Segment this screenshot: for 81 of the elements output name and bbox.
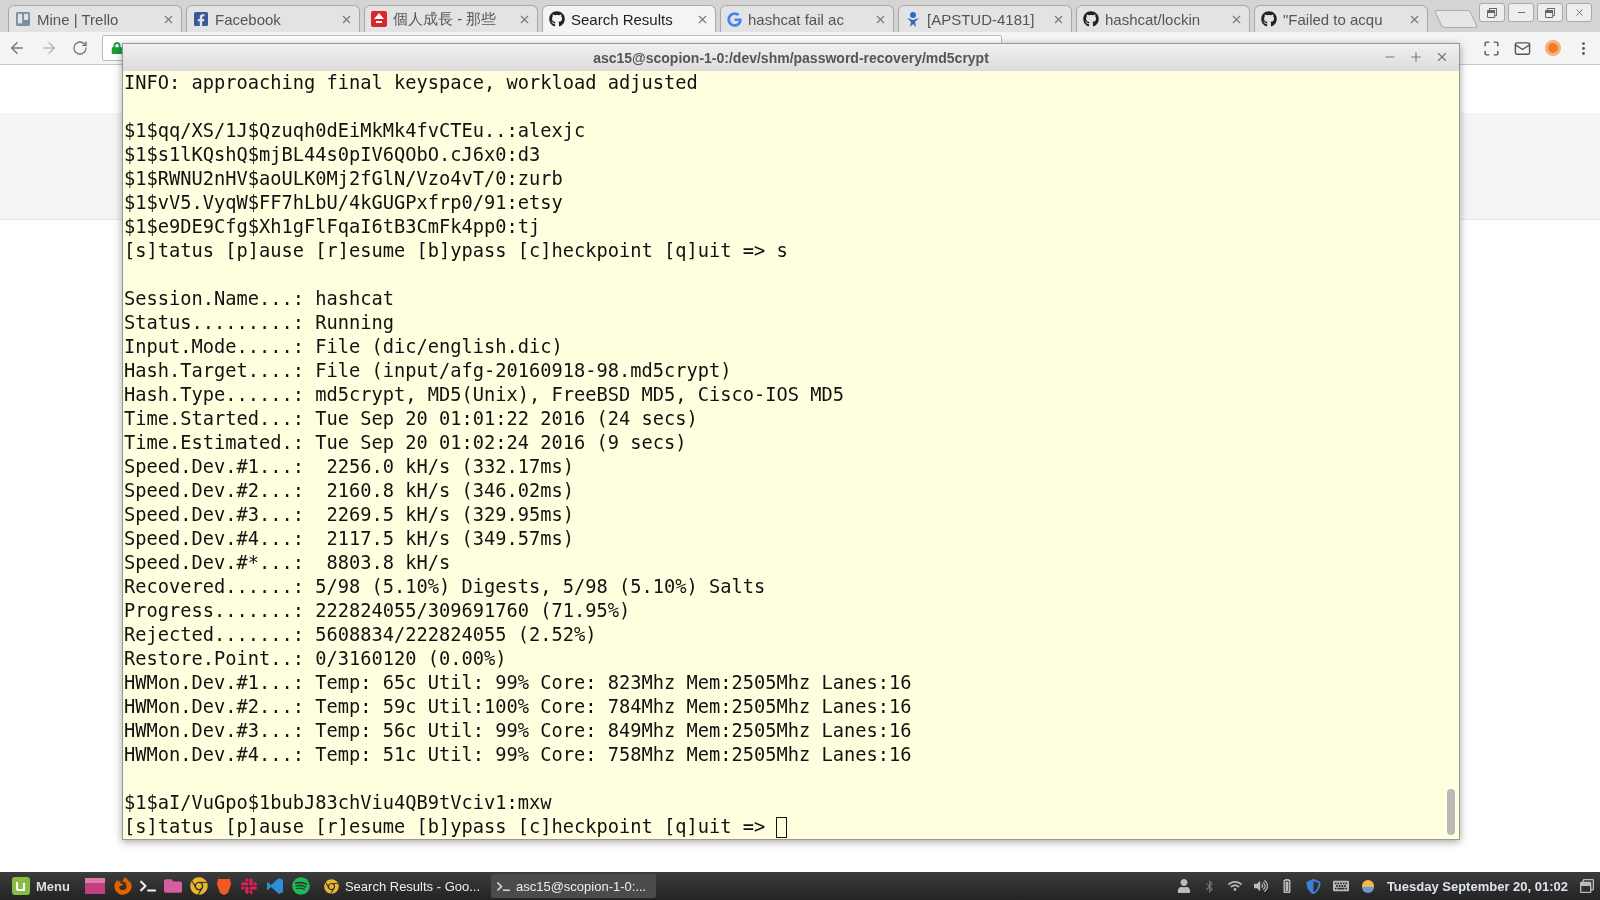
terminal-line: INFO: approaching final keyspace, workload adjusted (124, 72, 698, 93)
browser-tab[interactable]: Mine | Trello (8, 5, 182, 32)
ribbon-icon[interactable] (265, 877, 284, 895)
terminal-line: Speed.Dev.#2...: 2160.8 kH/s (346.02ms) (124, 480, 575, 501)
browser-tab[interactable]: hashcat fail ac (720, 5, 894, 32)
firefox-icon[interactable] (113, 877, 132, 895)
terminal-line: Hash.Type......: md5crypt, MD5(Unix), FreeBSD MD5, Cisco-IOS MD5 (124, 384, 845, 405)
fullscreen-icon[interactable] (1483, 39, 1500, 57)
chrome-icon[interactable] (189, 877, 208, 895)
terminal-line: HWMon.Dev.#2...: Temp: 59c Util:100% Core: 784Mhz Mem:2505Mhz Lanes:16 (124, 696, 912, 717)
terminal-line: $1$RWNU2nHV$aoULK0Mj2fGlN/Vzo4vT/0:zurb (124, 168, 563, 189)
terminal-line: Status.........: Running (124, 312, 395, 333)
trello-icon (15, 11, 31, 27)
browser-tab[interactable]: hashcat/lockin (1076, 5, 1250, 32)
terminal-prompt: [s]tatus [p]ause [r]esume [b]ypass [c]heckpoint [q]uit => (124, 816, 766, 837)
terminal-line: Speed.Dev.#3...: 2269.5 kH/s (329.95ms) (124, 504, 575, 525)
terminal-line: Time.Started...: Tue Sep 20 01:01:22 2016 (24 secs) (124, 408, 698, 429)
mail-icon[interactable] (1514, 39, 1531, 57)
terminal-line: $1$s1lKQshQ$mjBL44s0pIV6QObO.cJ6x0:d3 (124, 144, 541, 165)
maximize-icon[interactable] (1409, 50, 1423, 64)
clock[interactable]: Tuesday September 20, 01:02 (1386, 878, 1568, 894)
windows-icon[interactable] (1580, 879, 1594, 893)
terminal-line: Rejected.......: 5608834/222824055 (2.52%) (124, 624, 597, 645)
spotify-icon[interactable] (291, 877, 310, 895)
user-icon[interactable] (1176, 879, 1191, 893)
window-icon (1487, 7, 1497, 18)
terminal-line: $1$qq/XS/1J$Qzuqh0dEiMkMk4fvCTEu..:alexjc (124, 120, 586, 141)
browser-tab[interactable]: [APSTUD-4181] (898, 5, 1072, 32)
chrome-icon (323, 878, 339, 894)
wifi-icon[interactable] (1227, 879, 1242, 893)
facebook-icon (193, 11, 209, 27)
shield-icon[interactable] (1305, 878, 1321, 894)
github-icon (1083, 11, 1099, 27)
mint-logo-icon (12, 877, 30, 895)
figure-icon (905, 11, 921, 27)
ring-icon[interactable] (1545, 40, 1561, 56)
browser-tab[interactable]: Facebook (186, 5, 360, 32)
back-icon[interactable] (8, 39, 26, 57)
reload-icon[interactable] (72, 40, 88, 56)
terminal-line: Hash.Target....: File (input/afg-20160918-98.md5crypt) (124, 360, 732, 381)
terminal-line: Speed.Dev.#1...: 2256.0 kH/s (332.17ms) (124, 456, 575, 477)
terminal-icon[interactable] (139, 878, 156, 894)
terminal-line: Speed.Dev.#4...: 2117.5 kH/s (349.57ms) (124, 528, 575, 549)
terminal-line: Progress.......: 222824055/309691760 (71.95%) (124, 600, 631, 621)
terminal-line: Session.Name...: hashcat (124, 288, 395, 309)
show-desktop-icon[interactable] (83, 877, 106, 895)
terminal-line: Recovered......: 5/98 (5.10%) Digests, 5/98 (5.10%) Salts (124, 576, 766, 597)
terminal-line: HWMon.Dev.#3...: Temp: 56c Util: 99% Core: 849Mhz Mem:2505Mhz Lanes:16 (124, 720, 912, 741)
terminal-icon (496, 879, 510, 893)
slack-icon[interactable] (239, 877, 258, 895)
terminal-line: Time.Estimated.: Tue Sep 20 01:02:24 2016 (9 secs) (124, 432, 687, 453)
keyboard-icon[interactable] (1332, 878, 1349, 894)
terminal-line: [s]tatus [p]ause [r]esume [b]ypass [c]heckpoint [q]uit => s (124, 240, 788, 261)
terminal-line: $1$vV5.VyqW$FF7hLbU/4kGUGPxfrp0/91:etsy (124, 192, 563, 213)
window-title: asc15@scopion-1-0:/dev/shm/password-recovery/md5crypt (593, 49, 989, 66)
browser-tab[interactable]: Search Results (542, 5, 716, 32)
terminal-line: HWMon.Dev.#1...: Temp: 65c Util: 99% Core: 823Mhz Mem:2505Mhz Lanes:16 (124, 672, 912, 693)
terminal-line: $1$aI/VuGpo$1bubJ83chViu4QB9tVciv1:mxw (124, 792, 552, 813)
terminal-line: $1$e9DE9Cfg$Xh1gFlFqaI6tB3CmFk4pp0:tj (124, 216, 541, 237)
browser-tab[interactable]: "Failed to acqu (1254, 5, 1428, 32)
close-icon (1573, 7, 1585, 18)
square-logo-icon (371, 11, 387, 27)
terminal-line: Speed.Dev.#*...: 8803.8 kH/s (124, 552, 451, 573)
github-icon (1261, 11, 1277, 27)
menu-button[interactable]: Menu (6, 877, 76, 895)
github-icon (549, 11, 565, 27)
taskbar-window-button[interactable]: Search Results - Goo... (317, 874, 483, 898)
restore-icon (1545, 7, 1555, 18)
google-icon (727, 11, 742, 27)
terminal-line: Restore.Point..: 0/3160120 (0.00%) (124, 648, 507, 669)
scrollbar[interactable] (1447, 789, 1455, 835)
volume-icon[interactable] (1253, 879, 1268, 893)
user-switch-button[interactable] (1479, 3, 1505, 22)
browser-tab[interactable]: 個人成長 - 那些 (364, 5, 538, 32)
close-icon[interactable] (1435, 50, 1449, 64)
terminal-line: HWMon.Dev.#4...: Temp: 51c Util: 99% Core: 758Mhz Mem:2505Mhz Lanes:16 (124, 744, 912, 765)
folder-icon[interactable] (163, 877, 182, 895)
restore-button[interactable] (1537, 3, 1563, 22)
lock-icon (111, 42, 123, 54)
taskbar-window-button[interactable]: asc15@scopion-1-0:... (490, 874, 656, 898)
terminal-line: Input.Mode.....: File (dic/english.dic) (124, 336, 563, 357)
